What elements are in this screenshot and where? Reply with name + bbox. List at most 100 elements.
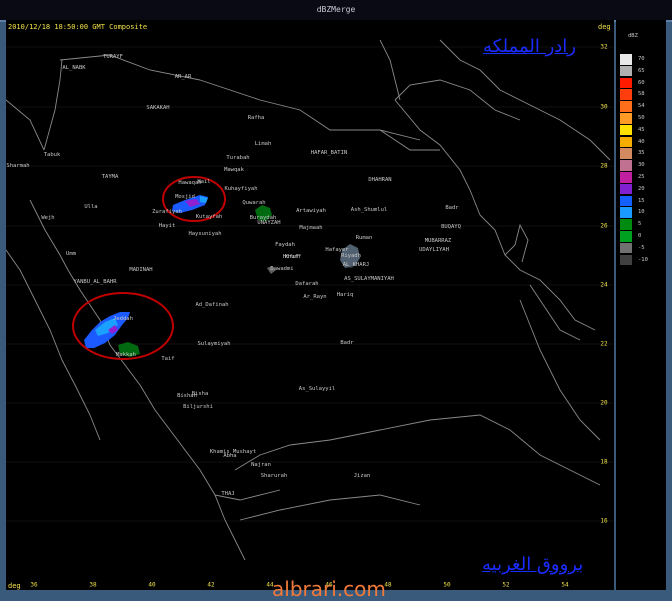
city-label: Ulla xyxy=(84,204,98,210)
colorbar-level-label: 50 xyxy=(638,115,645,121)
overlay-title-top: رادر المملكه xyxy=(483,36,576,57)
city-label: Artawiyah xyxy=(296,208,326,214)
city-label: Hayit xyxy=(158,223,176,229)
city-label: TURAYF xyxy=(103,54,123,60)
longitude-label: 40 xyxy=(148,581,156,589)
city-label: Ar_Rayn xyxy=(303,294,327,300)
city-label: Badr xyxy=(445,205,459,211)
city-label: Kuhayfiyah xyxy=(224,186,258,192)
latitude-label: 32 xyxy=(600,43,608,51)
deg-label-bottom: deg xyxy=(8,582,21,590)
city-label: Makkah xyxy=(116,352,136,358)
deg-label-right: deg xyxy=(598,23,611,31)
city-label: TAYMA xyxy=(101,174,119,180)
colorbar-swatch xyxy=(620,207,632,218)
colorbar-level-label: 65 xyxy=(638,67,645,74)
colorbar-swatch xyxy=(620,160,632,171)
iraq-border xyxy=(199,79,421,141)
city-label: Umm xyxy=(66,251,76,257)
iran-coast xyxy=(439,39,611,161)
city-label: Mawqak xyxy=(224,167,244,173)
city-label: MUBARRAZ xyxy=(424,238,452,244)
city-label: Mosjid xyxy=(175,194,195,200)
colorbar-swatch xyxy=(620,77,632,89)
city-label: Limah xyxy=(254,141,272,147)
city-label: Haysuniyah xyxy=(188,231,222,237)
city-label: Tabuk xyxy=(43,152,61,158)
city-label: Ash_Shumlul xyxy=(350,207,388,213)
longitude-label: 52 xyxy=(502,581,510,589)
city-label: Sulaymiyah xyxy=(197,341,231,347)
colorbar-swatch xyxy=(620,254,632,266)
map-overlay-svg xyxy=(5,39,614,561)
colorbar-level-label: -5 xyxy=(638,244,645,251)
city-label: Dawadmi xyxy=(270,266,294,272)
radar-window: dBZMerge 70 65 60 58 54 50 45 40 35 30 2… xyxy=(0,0,672,601)
city-label: Biljurshi xyxy=(183,404,213,410)
latitude-label: 20 xyxy=(600,399,608,407)
map-borders xyxy=(5,39,611,561)
city-label: Ad_Dafinah xyxy=(195,302,229,308)
city-label: AR_AR xyxy=(174,74,192,80)
city-label: Badr xyxy=(340,340,354,346)
city-label: Zurafiyah xyxy=(152,209,182,215)
yemen-inner xyxy=(239,494,421,521)
colorbar-swatch xyxy=(620,136,632,148)
colorbar-level-label: 58 xyxy=(638,91,645,98)
city-label: As_Sulayyil xyxy=(298,386,336,392)
city-label: Rafha xyxy=(247,115,265,121)
colorbar-swatch xyxy=(620,89,632,100)
city-label: Majmaah xyxy=(299,225,323,231)
colorbar-level-label: 45 xyxy=(638,126,645,133)
oman-border xyxy=(519,299,601,441)
city-label: Hail xyxy=(197,179,211,185)
colorbar-swatch xyxy=(620,65,632,77)
colorbar-swatch xyxy=(620,148,632,159)
city-label: YANBU_AL_BAHR xyxy=(73,279,117,285)
tigris xyxy=(379,39,401,101)
city-label: UDAYLIYAH xyxy=(419,247,449,253)
city-label: Riyadh xyxy=(341,253,361,259)
latitude-label: 16 xyxy=(600,517,608,525)
city-label: Najran xyxy=(251,462,271,468)
city-label: SAKAKAH xyxy=(146,105,170,111)
city-label: Abha xyxy=(223,453,237,459)
colorbar-swatch xyxy=(620,172,632,183)
colorbar-swatch xyxy=(620,242,632,254)
colorbar-level-label: 30 xyxy=(638,162,645,169)
colorbar-level-label: 5 xyxy=(638,221,642,228)
colorbar-level-label: 60 xyxy=(638,79,645,86)
qatar xyxy=(504,223,529,263)
uae-border xyxy=(529,284,581,341)
city-label: MADINAH xyxy=(129,267,153,273)
colorbar-level-label: -10 xyxy=(638,256,648,263)
city-label: Ruman xyxy=(355,235,373,241)
city-label: Bishah xyxy=(177,393,197,399)
colorbar-level-label: 25 xyxy=(638,174,645,180)
city-label: HAFAR_BATIN xyxy=(310,150,348,156)
city-label: Khuff xyxy=(284,254,302,260)
colorbar-swatch xyxy=(620,183,632,195)
colorbar-swatch xyxy=(620,231,632,242)
gulf-of-aqaba xyxy=(43,59,63,151)
yemen-border xyxy=(234,414,601,486)
city-label: Jeddah xyxy=(113,316,133,322)
colorbar-level-label: 10 xyxy=(638,209,645,216)
watermark: albrari.com xyxy=(272,577,386,601)
longitude-label: 50 xyxy=(443,581,451,589)
persian-gulf-coast xyxy=(394,99,596,331)
city-label: Hariq xyxy=(336,292,354,298)
colorbar-level-label: 15 xyxy=(638,197,645,204)
longitude-label: 36 xyxy=(30,581,38,589)
latitude-label: 24 xyxy=(600,281,608,289)
city-label: AS_SULAYMANIYAH xyxy=(344,276,394,282)
overlay-title-bottom: برووق الغربيه xyxy=(482,554,584,575)
latitude-label: 28 xyxy=(600,162,608,170)
latitude-label: 30 xyxy=(600,103,608,111)
city-label: UNAYZAH xyxy=(257,220,281,226)
longitude-label: 54 xyxy=(561,581,569,589)
city-label: Dafarah xyxy=(295,281,319,287)
colorbar-swatch xyxy=(620,195,632,207)
colorbar-level-label: 20 xyxy=(638,185,645,192)
city-label: Wejh xyxy=(41,215,55,221)
